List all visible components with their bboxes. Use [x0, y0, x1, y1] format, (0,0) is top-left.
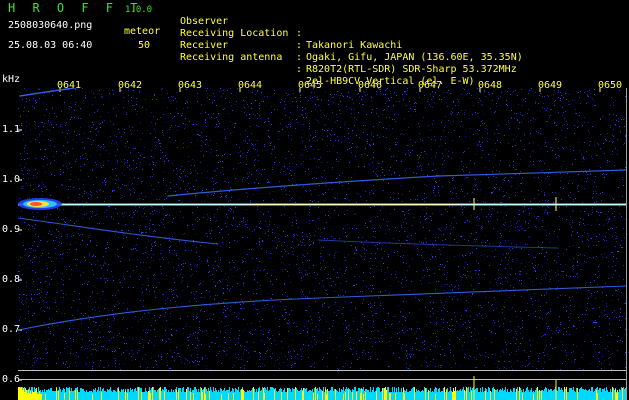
time-ticks	[59, 88, 601, 92]
app-version: 1.0.0	[125, 5, 153, 15]
bottom-separators	[18, 370, 626, 380]
carrier-signal	[18, 197, 626, 211]
spectrogram-canvas	[18, 88, 626, 400]
info-value: 2el-HB9CV Vertical (el. E-W)	[306, 76, 475, 87]
info-key: Receiving antenna	[180, 52, 283, 63]
plot-frame-right	[626, 88, 627, 400]
drift-trace	[19, 88, 80, 97]
drift-trace	[18, 285, 626, 331]
meteor-count-label: meteor	[124, 26, 161, 37]
drift-trace	[167, 169, 626, 197]
drift-trace	[18, 217, 219, 245]
info-value: R820T2(RTL-SDR) SDR-Sharp 53.372MHz	[306, 64, 517, 75]
info-separator: :	[296, 64, 303, 75]
info-value: Ogaki, Gifu, JAPAN (136.60E, 35.35N)	[306, 52, 523, 63]
frequency-unit-label: kHz	[2, 74, 21, 85]
info-value: Takanori Kawachi	[306, 40, 403, 51]
meteor-count-value: 50	[138, 40, 151, 51]
spectrogram-plot	[18, 88, 626, 400]
frequency-ticks	[18, 129, 22, 381]
noise-layer	[18, 88, 626, 370]
capture-datetime: 25.08.03 06:40	[8, 40, 93, 51]
file-name: 2508030640.png	[8, 20, 93, 31]
intensity-bar-strip	[18, 387, 626, 400]
app-title: H R O F F T	[8, 1, 143, 15]
drift-trace	[317, 239, 559, 249]
hrofft-window: H R O F F T 1.0.0 2508030640.png 25.08.0…	[0, 0, 629, 400]
